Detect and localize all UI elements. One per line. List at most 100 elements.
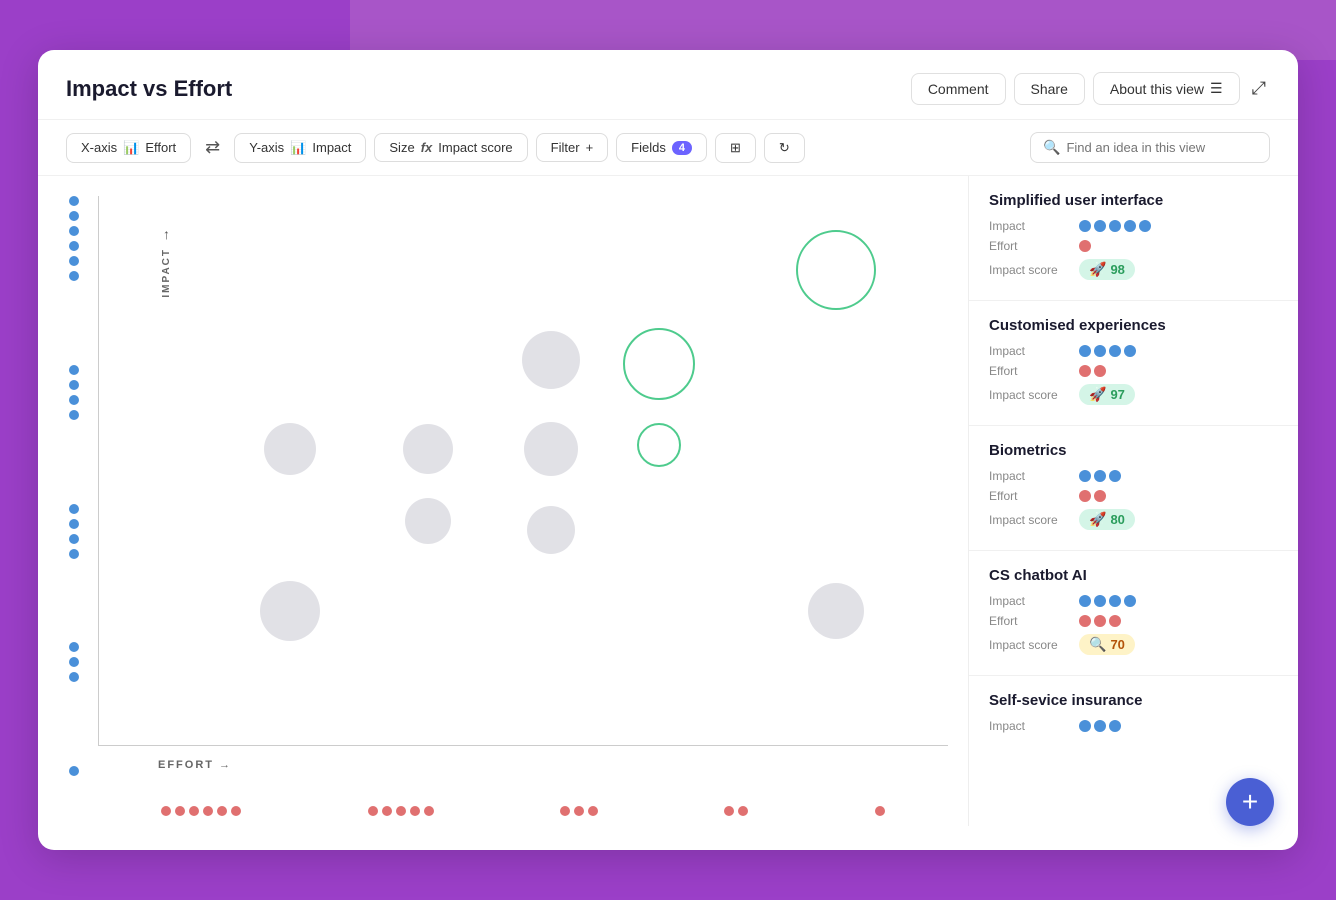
bar-chart-icon: 📊: [123, 140, 139, 156]
impact-value: [1079, 220, 1151, 232]
yaxis-value: Impact: [312, 140, 351, 155]
feature-effort-row: Effort: [989, 489, 1278, 503]
feature-impact-row: Impact: [989, 594, 1278, 608]
score-badge: 🚀 97: [1079, 384, 1135, 405]
bubble-customised[interactable]: [623, 328, 695, 400]
y-axis-dots: [66, 196, 82, 776]
effort-value: [1079, 240, 1091, 252]
impact-value: [1079, 470, 1121, 482]
toolbar: X-axis 📊 Effort ⇄ Y-axis 📊 Impact Size f…: [38, 120, 1298, 176]
feature-card-insurance[interactable]: Self-sevice insurance Impact: [969, 676, 1298, 753]
bubble-bottom-right[interactable]: [808, 583, 864, 639]
rocket-icon: 🚀: [1089, 511, 1106, 528]
feature-effort-row: Effort: [989, 239, 1278, 253]
size-label: Size: [389, 140, 414, 155]
sort-button[interactable]: ⊞: [715, 133, 756, 163]
expand-button[interactable]: ⤢: [1248, 74, 1270, 103]
refresh-button[interactable]: ↻: [764, 133, 805, 163]
menu-icon: ☰: [1210, 80, 1223, 97]
share-button[interactable]: Share: [1014, 73, 1085, 105]
feature-effort-row: Effort: [989, 614, 1278, 628]
fields-label: Fields: [631, 140, 666, 155]
search-input[interactable]: [1066, 140, 1257, 155]
bubble-left1[interactable]: [264, 423, 316, 475]
y-dot: [69, 642, 79, 652]
bubble-mid2[interactable]: [403, 424, 453, 474]
size-button[interactable]: Size fx Impact score: [374, 133, 527, 162]
fx-icon: fx: [421, 140, 433, 155]
yaxis-button[interactable]: Y-axis 📊 Impact: [234, 133, 366, 163]
search-icon: 🔍: [1043, 139, 1060, 156]
feature-title: Self-sevice insurance: [989, 692, 1278, 709]
refresh-icon: ↻: [779, 140, 790, 156]
y-dot: [69, 766, 79, 776]
feature-card-chatbot[interactable]: CS chatbot AI Impact Effort: [969, 551, 1298, 676]
rocket-icon: 🔍: [1089, 636, 1106, 653]
bubble-bot2[interactable]: [527, 506, 575, 554]
x-dot-group-2: [368, 806, 434, 816]
xaxis-button[interactable]: X-axis 📊 Effort: [66, 133, 191, 163]
feature-card-customised[interactable]: Customised experiences Impact Effort: [969, 301, 1298, 426]
x-dot-group-5: [875, 806, 885, 816]
y-dot: [69, 241, 79, 251]
y-dot: [69, 672, 79, 682]
feature-effort-row: Effort: [989, 364, 1278, 378]
feature-impact-row: Impact: [989, 719, 1278, 733]
bubble-simplified[interactable]: [796, 230, 876, 310]
swap-button[interactable]: ⇄: [199, 133, 226, 162]
impact-value: [1079, 595, 1136, 607]
feature-card-biometrics[interactable]: Biometrics Impact Effort: [969, 426, 1298, 551]
bubble-mid1[interactable]: [522, 331, 580, 389]
y-dot: [69, 256, 79, 266]
x-dot-group-3: [560, 806, 598, 816]
sort-icon: ⊞: [730, 140, 741, 156]
feature-card-simplified[interactable]: Simplified user interface Impact Effort: [969, 176, 1298, 301]
bubble-bot1[interactable]: [405, 498, 451, 544]
y-dot: [69, 534, 79, 544]
main-card: Impact vs Effort Comment Share About thi…: [38, 50, 1298, 850]
chart-grid: ↑ IMPACT: [98, 196, 948, 746]
feature-title: Simplified user interface: [989, 192, 1278, 209]
feature-title: Biometrics: [989, 442, 1278, 459]
x-dot-group-4: [724, 806, 748, 816]
bubble-bottom-left[interactable]: [260, 581, 320, 641]
bubble-mid3[interactable]: [524, 422, 578, 476]
score-badge: 🚀 80: [1079, 509, 1135, 530]
bar-chart-icon-y: 📊: [290, 140, 306, 156]
bubble-biometrics[interactable]: [637, 423, 681, 467]
add-button[interactable]: +: [1226, 778, 1274, 826]
filter-button[interactable]: Filter +: [536, 133, 608, 162]
content-area: ↑ IMPACT: [38, 176, 1298, 826]
x-dot-group-1: [161, 806, 241, 816]
y-dot: [69, 226, 79, 236]
xaxis-label: X-axis: [81, 140, 117, 155]
y-dot: [69, 519, 79, 529]
bubble-container: [159, 216, 928, 665]
impact-value: [1079, 345, 1136, 357]
comment-button[interactable]: Comment: [911, 73, 1006, 105]
search-container: 🔍: [1030, 132, 1270, 163]
y-dot: [69, 211, 79, 221]
y-dot: [69, 365, 79, 375]
chart-area: ↑ IMPACT: [38, 176, 968, 826]
y-dot: [69, 504, 79, 514]
feature-impact-row: Impact: [989, 219, 1278, 233]
y-dot: [69, 410, 79, 420]
rocket-icon: 🚀: [1089, 261, 1106, 278]
y-dot: [69, 657, 79, 667]
score-badge: 🔍 70: [1079, 634, 1135, 655]
fields-button[interactable]: Fields 4: [616, 133, 707, 162]
x-axis-dots: [98, 806, 948, 816]
effort-value: [1079, 365, 1106, 377]
feature-score-row: Impact score 🚀 97: [989, 384, 1278, 405]
about-view-button[interactable]: About this view ☰: [1093, 72, 1240, 105]
y-dot: [69, 549, 79, 559]
x-axis-label: EFFORT →: [158, 759, 232, 771]
effort-value: [1079, 615, 1121, 627]
feature-score-row: Impact score 🚀 98: [989, 259, 1278, 280]
yaxis-label: Y-axis: [249, 140, 284, 155]
y-dot: [69, 380, 79, 390]
header: Impact vs Effort Comment Share About thi…: [38, 50, 1298, 120]
y-dot: [69, 196, 79, 206]
right-panel: Simplified user interface Impact Effort: [968, 176, 1298, 826]
